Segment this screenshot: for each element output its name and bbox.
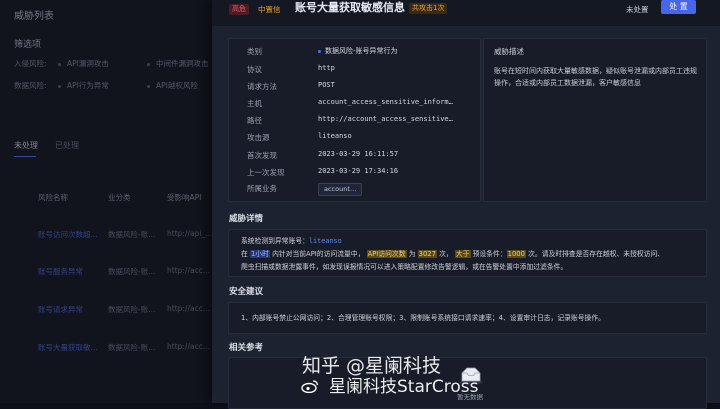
info-label: 类别 <box>247 47 262 56</box>
severity-badge: 高危 <box>229 4 249 15</box>
threat-description-panel: 威胁描述 账号在短时间内获取大量敏感数据，疑似账号泄漏或内部员工违规操作，合适或… <box>483 38 707 202</box>
description-text: 账号在短时间内获取大量敏感数据，疑似账号泄漏或内部员工违规操作，合适或内部员工数… <box>494 67 697 87</box>
info-label: 路径 <box>247 116 262 125</box>
threat-detail-line3: 爬虫扫描或数据泄露事件，如发现误报情况可以进入策略配置修改告警逻辑，或在告警处置… <box>241 263 568 271</box>
info-label: 请求方法 <box>247 82 277 91</box>
info-label: 首次发现 <box>247 151 277 160</box>
info-label: 协议 <box>247 65 262 74</box>
drawer-header: 高危 中置信 账号大量获取敏感信息 共攻击1次 未处置 处 置 <box>212 0 720 26</box>
handle-button[interactable]: 处 置 <box>661 0 696 14</box>
info-label: 攻击源 <box>247 133 270 142</box>
watermark-line1: 知乎 @星阑科技 <box>302 355 442 377</box>
threat-title: 账号大量获取敏感信息 <box>295 1 405 14</box>
references-title: 相关参考 <box>229 343 264 353</box>
status-label: 未处置 <box>626 5 649 14</box>
weibo-logo-icon <box>301 380 319 393</box>
description-title: 威胁描述 <box>494 47 524 56</box>
info-value-category: 数据风险-账号异常行为 <box>318 46 398 56</box>
threat-detail-title: 威胁详情 <box>229 214 264 224</box>
category-dot-icon <box>318 49 321 53</box>
security-advice-text: 1、内部账号禁止公网访问；2、合理管理账号权限；3、限制账号系统接口请求速率；4… <box>241 314 605 322</box>
info-value-last-seen: 2023-03-29 17:34:16 <box>318 167 399 175</box>
threat-detail-line2: 在 1小时 内针对当前API的访问流量中， API访问次数 为 3027 次， … <box>241 250 665 258</box>
info-label: 上一次发现 <box>247 168 285 177</box>
info-value-host: account_access_sensitive_inform… <box>318 98 453 106</box>
info-label: 所属业务 <box>247 184 277 193</box>
threat-detail-drawer: 高危 中置信 账号大量获取敏感信息 共攻击1次 未处置 处 置 类别 数据风险-… <box>212 0 720 409</box>
info-value-attack-source: liteanso <box>318 132 352 140</box>
info-value-path: http://account_access_sensitive… <box>318 115 453 123</box>
info-value-method: POST <box>318 81 335 89</box>
attack-count-badge: 共攻击1次 <box>409 3 448 14</box>
threat-detail-line1: 系统检测到异常账号：liteanso <box>241 237 342 245</box>
abnormal-account[interactable]: liteanso <box>309 237 342 245</box>
basic-info-panel: 类别 数据风险-账号异常行为 协议 http 请求方法 POST 主机 acco… <box>228 38 481 202</box>
security-advice-title: 安全建议 <box>229 287 264 297</box>
watermark-line2: 星阑科技StarCross <box>329 377 479 397</box>
info-label: 主机 <box>247 99 262 108</box>
modal-overlay[interactable] <box>0 0 212 403</box>
info-value-protocol: http <box>318 64 335 72</box>
business-tag[interactable]: account… <box>318 183 363 196</box>
info-value-first-seen: 2023-03-29 16:11:57 <box>318 150 399 158</box>
confidence-label: 中置信 <box>258 5 281 14</box>
